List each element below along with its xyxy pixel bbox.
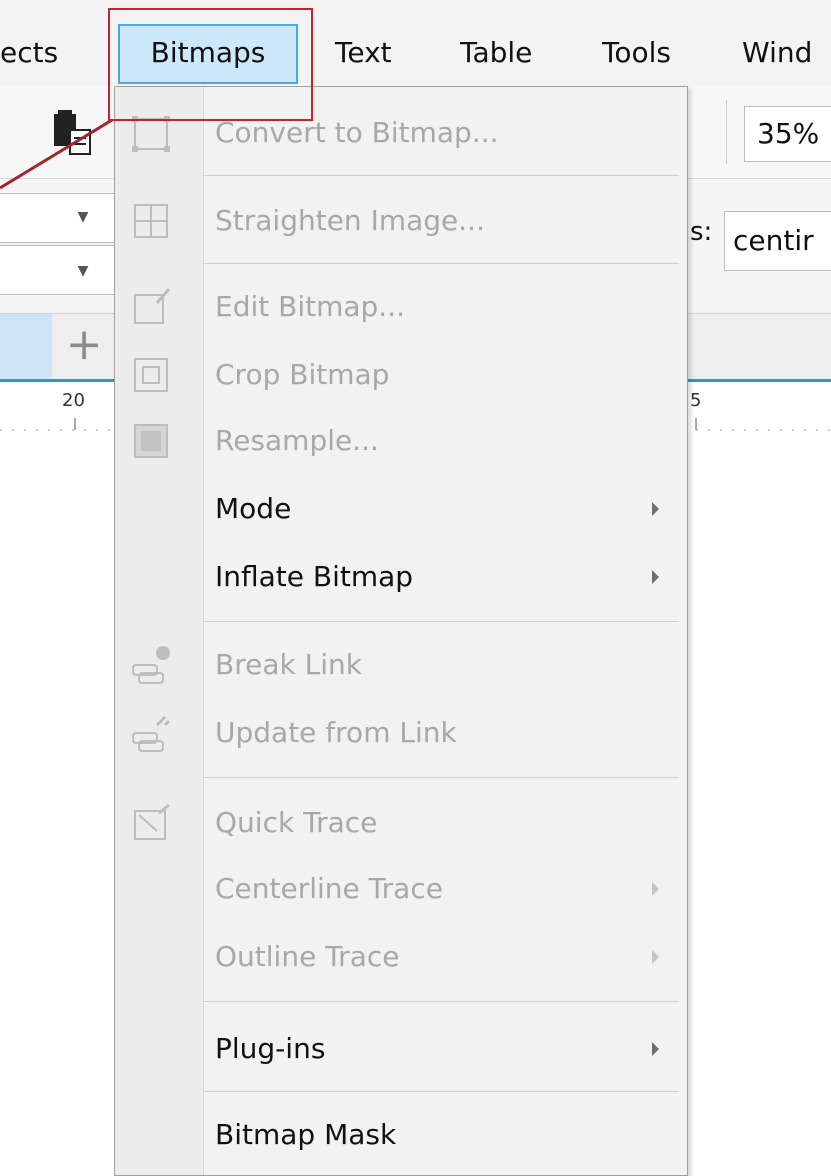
menu-item-update-from-link[interactable]: Update from Link [115, 703, 687, 763]
menu-table[interactable]: Table [460, 0, 532, 86]
menu-item-inflate-bitmap[interactable]: Inflate Bitmap [115, 547, 687, 607]
menu-objects[interactable]: ects [0, 0, 58, 86]
menu-item-break-link[interactable]: Break Link [115, 635, 687, 695]
width-field[interactable] [0, 193, 116, 243]
bitmaps-dropdown-menu: Convert to Bitmap... Straighten Image...… [114, 86, 688, 1176]
crop-bitmap-icon [134, 358, 168, 392]
convert-bitmap-icon [132, 116, 170, 152]
units-dropdown[interactable]: centir [724, 211, 831, 271]
update-link-icon [132, 715, 171, 752]
submenu-arrow-icon [652, 882, 659, 896]
menu-item-resample[interactable]: Resample... [115, 411, 687, 471]
ruler-mark: 5 [690, 390, 702, 411]
submenu-arrow-icon [652, 502, 659, 516]
menu-item-straighten-image[interactable]: Straighten Image... [115, 191, 687, 251]
submenu-arrow-icon [652, 1042, 659, 1056]
add-tab-button[interactable]: + [54, 314, 114, 380]
submenu-arrow-icon [652, 570, 659, 584]
zoom-level-field[interactable]: 35% [744, 106, 831, 162]
menu-item-quick-trace[interactable]: Quick Trace [115, 793, 687, 853]
ruler-mark: 20 [62, 390, 85, 411]
menu-separator [203, 777, 679, 778]
resample-icon [134, 424, 168, 458]
submenu-arrow-icon [652, 950, 659, 964]
chevron-down-icon[interactable]: ▼ [68, 195, 98, 239]
menu-item-convert-to-bitmap[interactable]: Convert to Bitmap... [115, 103, 687, 163]
paste-icon[interactable] [50, 108, 96, 158]
menu-bitmaps[interactable]: Bitmaps [118, 24, 298, 84]
menu-item-mode[interactable]: Mode [115, 479, 687, 539]
toolbar-divider [726, 100, 727, 164]
units-label: s: [690, 217, 713, 247]
menu-item-centerline-trace[interactable]: Centerline Trace [115, 859, 687, 919]
menu-separator [203, 1091, 679, 1092]
straighten-image-icon [134, 204, 168, 238]
menu-window[interactable]: Wind [742, 0, 812, 86]
chevron-down-icon[interactable]: ▼ [68, 249, 98, 293]
menu-separator [203, 175, 679, 176]
menu-bar: ects Bitmaps Text Table Tools Wind [0, 0, 831, 86]
menu-item-plug-ins[interactable]: Plug-ins [115, 1019, 687, 1079]
edit-bitmap-icon [134, 288, 171, 324]
quick-trace-icon [134, 803, 170, 840]
height-field[interactable] [0, 245, 116, 295]
menu-item-crop-bitmap[interactable]: Crop Bitmap [115, 345, 687, 405]
menu-item-bitmap-mask[interactable]: Bitmap Mask [115, 1105, 687, 1165]
menu-tools[interactable]: Tools [602, 0, 671, 86]
menu-separator [203, 621, 679, 622]
break-link-icon [132, 646, 170, 684]
menu-item-outline-trace[interactable]: Outline Trace [115, 927, 687, 987]
menu-separator [203, 1001, 679, 1002]
menu-separator [203, 263, 679, 264]
menu-item-edit-bitmap[interactable]: Edit Bitmap... [115, 277, 687, 337]
menu-text[interactable]: Text [335, 0, 392, 86]
document-tab[interactable] [0, 314, 52, 380]
